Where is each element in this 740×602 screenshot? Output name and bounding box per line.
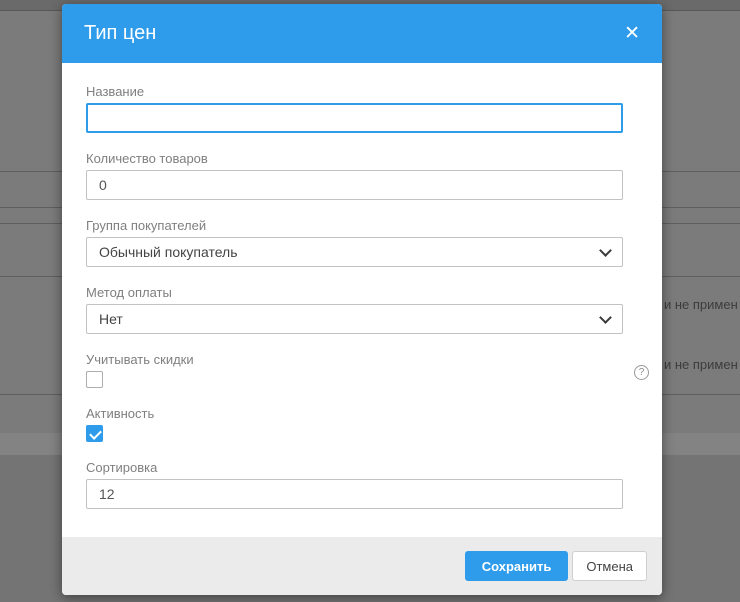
quantity-input[interactable]: [86, 170, 623, 200]
chevron-down-icon: [599, 244, 612, 257]
sort-input[interactable]: [86, 479, 623, 509]
chevron-down-icon: [599, 311, 612, 324]
screen: и не примен и не примен Тип цен ✕ Назван…: [0, 0, 740, 602]
field-quantity: Количество товаров: [86, 151, 638, 200]
payment-method-label: Метод оплаты: [86, 285, 638, 301]
field-name: Название: [86, 84, 638, 133]
field-active: Активность: [86, 406, 638, 442]
active-label: Активность: [86, 406, 638, 422]
active-checkbox[interactable]: [86, 425, 103, 442]
name-input[interactable]: [86, 103, 623, 133]
modal-footer: Сохранить Отмена: [62, 537, 662, 595]
price-type-modal: Тип цен ✕ Название Количество товаров Гр…: [62, 4, 662, 595]
modal-body: Название Количество товаров Группа покуп…: [62, 63, 662, 509]
close-icon[interactable]: ✕: [624, 24, 640, 43]
payment-method-select[interactable]: Нет: [86, 304, 623, 334]
name-label: Название: [86, 84, 638, 100]
modal-title: Тип цен: [84, 22, 624, 45]
customer-group-select[interactable]: Обычный покупатель: [86, 237, 623, 267]
discounts-label: Учитывать скидки: [86, 352, 638, 368]
background-truncated-text: и не примен: [664, 297, 738, 312]
help-icon[interactable]: ?: [634, 365, 649, 380]
customer-group-label: Группа покупателей: [86, 218, 638, 234]
discounts-checkbox[interactable]: [86, 371, 103, 388]
quantity-label: Количество товаров: [86, 151, 638, 167]
payment-method-value: Нет: [99, 311, 123, 327]
background-truncated-text: и не примен: [664, 357, 738, 372]
sort-label: Сортировка: [86, 460, 638, 476]
cancel-button[interactable]: Отмена: [572, 551, 647, 581]
save-button[interactable]: Сохранить: [465, 551, 569, 581]
field-payment-method: Метод оплаты Нет: [86, 285, 638, 334]
field-customer-group: Группа покупателей Обычный покупатель: [86, 218, 638, 267]
modal-header: Тип цен ✕: [62, 4, 662, 63]
checkmark-icon: [89, 427, 102, 440]
field-sort: Сортировка: [86, 460, 638, 509]
field-discounts: Учитывать скидки: [86, 352, 638, 388]
customer-group-value: Обычный покупатель: [99, 244, 238, 260]
